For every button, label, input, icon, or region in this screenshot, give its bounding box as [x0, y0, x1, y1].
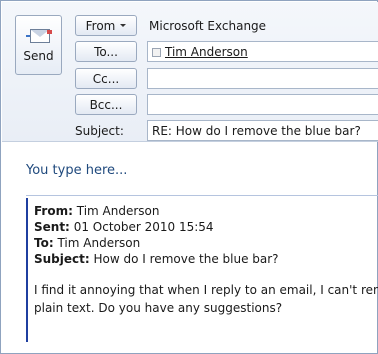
quote-from-line: From: Tim Anderson — [34, 204, 160, 218]
compose-window: Send From Microsoft Exchange To... Tim A… — [0, 0, 378, 354]
from-button[interactable]: From — [75, 15, 137, 36]
message-header: Send From Microsoft Exchange To... Tim A… — [2, 2, 378, 142]
to-field[interactable]: Tim Anderson — [147, 41, 378, 62]
contact-checkbox-icon — [152, 47, 161, 57]
quote-paragraph: I find it annoying that when I reply to … — [34, 283, 378, 315]
to-button[interactable]: To... — [75, 41, 137, 62]
send-label: Send — [23, 49, 54, 63]
subject-value: RE: How do I remove the blue bar? — [152, 124, 361, 138]
recipient-chip[interactable]: Tim Anderson — [152, 45, 248, 59]
bcc-field[interactable] — [147, 94, 378, 115]
subject-field[interactable]: RE: How do I remove the blue bar? — [147, 120, 378, 141]
subject-label: Subject: — [75, 124, 124, 138]
reply-text: You type here... — [26, 163, 128, 178]
to-label: To... — [94, 44, 118, 59]
message-body[interactable]: You type here... From: Tim Anderson Sent… — [16, 150, 378, 350]
send-envelope-icon — [25, 25, 52, 45]
account-name: Microsoft Exchange — [149, 19, 267, 33]
chevron-down-icon — [120, 24, 127, 27]
bcc-button[interactable]: Bcc... — [75, 94, 137, 115]
reply-divider — [26, 195, 378, 196]
from-label: From — [85, 18, 116, 33]
recipient-name: Tim Anderson — [165, 45, 248, 59]
quoted-message: From: Tim Anderson Sent: 01 October 2010… — [26, 198, 378, 342]
quote-to-line: To: Tim Anderson — [34, 236, 141, 250]
cc-button[interactable]: Cc... — [75, 68, 137, 89]
send-button[interactable]: Send — [15, 15, 62, 75]
bcc-label: Bcc... — [89, 97, 123, 112]
cc-field[interactable] — [147, 68, 378, 89]
cc-label: Cc... — [92, 71, 120, 86]
quote-subject-line: Subject: How do I remove the blue bar? — [34, 252, 279, 266]
quote-sent-line: Sent: 01 October 2010 15:54 — [34, 220, 214, 234]
